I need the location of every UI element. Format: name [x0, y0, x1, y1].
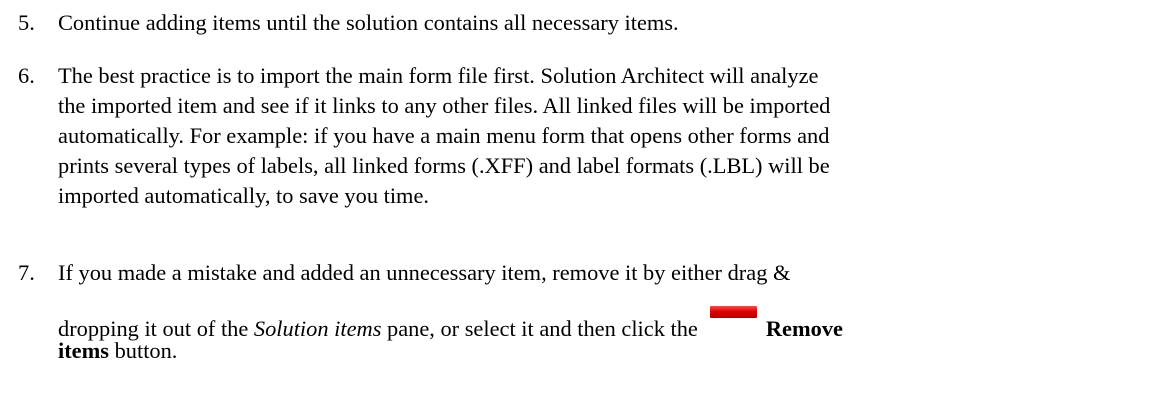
step-text-line: automatically. For example: if you have …: [58, 123, 830, 148]
step-number: 7.: [18, 260, 35, 285]
step-text-line: If you made a mistake and added an unnec…: [58, 260, 791, 285]
button-name: Remove: [765, 316, 843, 341]
remove-items-icon: [709, 306, 757, 318]
step-text: button.: [108, 338, 178, 363]
step-number: 6.: [18, 63, 35, 88]
step-text: Continue adding items until the solution…: [58, 10, 679, 35]
pane-name: Solution items: [253, 316, 382, 341]
step-text-line: imported automatically, to save you time…: [58, 183, 430, 208]
instructions-page: 5. Continue adding items until the solut…: [0, 0, 1170, 399]
button-name: items: [58, 338, 109, 363]
step-text: pane, or select it and then click the: [381, 316, 698, 341]
step-text-line: the imported item and see if it links to…: [58, 93, 831, 118]
step-text-line: prints several types of labels, all link…: [58, 153, 830, 178]
step-text-line: dropping it out of the Solution items pa…: [58, 306, 1158, 341]
step-text-line: The best practice is to import the main …: [58, 63, 819, 88]
step-number: 5.: [18, 10, 35, 35]
